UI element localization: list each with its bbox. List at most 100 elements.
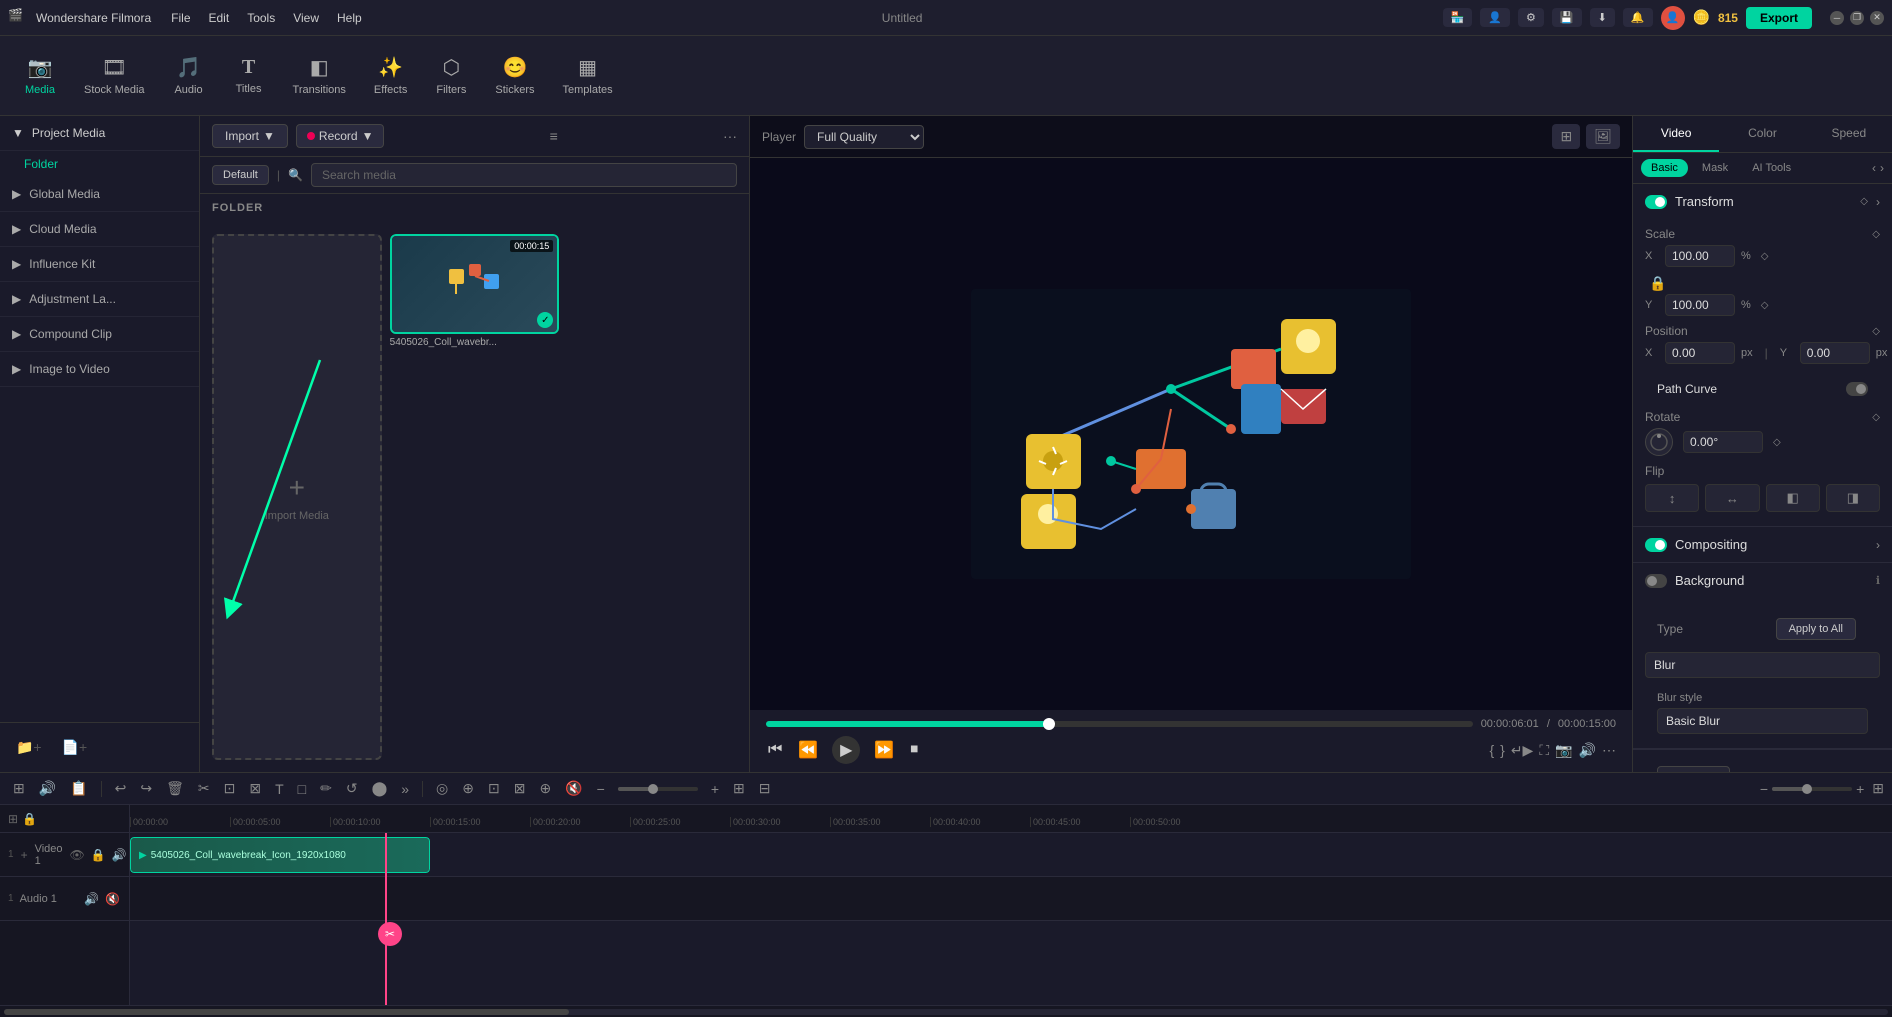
mark-in-btn[interactable]: { <box>1489 742 1494 759</box>
toolbar-stickers[interactable]: 😊 Stickers <box>483 49 546 102</box>
toolbar-transitions[interactable]: ◧ Transitions <box>281 49 358 102</box>
zoom-out-btn[interactable]: − <box>1760 781 1768 797</box>
skip-back-btn[interactable]: ⏮ <box>766 739 784 761</box>
restore-button[interactable]: ❐ <box>1850 11 1864 25</box>
sidebar-item-adjustment-layer[interactable]: ▶ Adjustment La... <box>0 282 199 317</box>
scale-y-diamond[interactable]: ◇ <box>1761 300 1769 311</box>
video1-lock-btn[interactable]: 🔒 <box>90 847 107 863</box>
import-media-placeholder[interactable]: + Import Media <box>212 234 382 760</box>
zoom-thumb[interactable] <box>1802 784 1812 794</box>
import-button[interactable]: Import ▼ <box>212 124 288 148</box>
timeline-add-btn[interactable]: ⊕ <box>534 777 556 800</box>
more-options-btn[interactable]: ··· <box>723 128 737 144</box>
flip-vertical-btn[interactable]: ↕ <box>1645 484 1699 512</box>
toolbar-media[interactable]: 📷 Media <box>12 49 68 102</box>
profile-btn[interactable]: 👤 <box>1661 6 1685 30</box>
lock-tracks-btn[interactable]: 🔒 <box>22 812 37 826</box>
apply-to-all-button[interactable]: Apply to All <box>1776 618 1856 640</box>
sidebar-item-cloud-media[interactable]: ▶ Cloud Media <box>0 212 199 247</box>
pos-x-input[interactable] <box>1665 342 1735 364</box>
filmora-store-btn[interactable]: 🏪 <box>1443 8 1473 27</box>
close-button[interactable]: ✕ <box>1870 11 1884 25</box>
mute-btn[interactable]: 🔇 <box>560 777 587 800</box>
scale-x-diamond[interactable]: ◇ <box>1761 251 1769 262</box>
sidebar-folder-item[interactable]: Folder <box>0 151 199 177</box>
export-button[interactable]: Export <box>1746 7 1812 29</box>
audio-btn[interactable]: 🔊 <box>1579 742 1596 759</box>
lock-icon[interactable]: 🔒 <box>1649 275 1666 292</box>
save-btn[interactable]: 💾 <box>1552 8 1582 27</box>
draw-btn[interactable]: ✏ <box>315 777 337 800</box>
zoom-in-btn[interactable]: + <box>1856 781 1864 797</box>
mark-out-btn[interactable]: } <box>1500 742 1505 759</box>
fullscreen-btn[interactable]: ⛶ <box>1539 742 1549 759</box>
video1-volume-btn[interactable]: 🔊 <box>111 847 128 863</box>
default-button[interactable]: Default <box>212 165 269 185</box>
frame-back-btn[interactable]: ⏪ <box>796 738 820 762</box>
menu-tools[interactable]: Tools <box>247 11 275 25</box>
background-toggle[interactable] <box>1645 574 1667 588</box>
collapse-tracks-btn[interactable]: ⊞ <box>8 812 18 826</box>
subtab-basic[interactable]: Basic <box>1641 159 1688 177</box>
compositing-toggle[interactable] <box>1645 538 1667 552</box>
blur-style-select[interactable]: Basic Blur <box>1657 708 1868 734</box>
add-item-btn[interactable]: 📄+ <box>54 731 96 764</box>
rotate-keyframe-diamond[interactable]: ◇ <box>1872 412 1880 423</box>
transform-expand-icon[interactable]: › <box>1876 195 1880 209</box>
media-item-0[interactable]: 00:00:15 ✓ 5405026_Coll_wavebr... <box>390 234 560 760</box>
toolbar-titles[interactable]: T Titles <box>221 50 277 101</box>
toolbar-filters[interactable]: ⬡ Filters <box>423 49 479 102</box>
stop-btn[interactable]: ⏹ <box>908 739 920 761</box>
path-curve-toggle[interactable] <box>1846 382 1868 396</box>
more-tools-btn[interactable]: » <box>396 778 414 800</box>
tab-video[interactable]: Video <box>1633 116 1719 152</box>
compositing-expand-icon[interactable]: › <box>1876 538 1880 552</box>
menu-help[interactable]: Help <box>337 11 362 25</box>
add-folder-btn[interactable]: 📁+ <box>8 731 50 764</box>
timeline-settings-btn[interactable]: ⊟ <box>754 777 776 800</box>
undo-btn[interactable]: ↩ <box>110 777 132 800</box>
subtab-nav-prev[interactable]: ‹ <box>1872 161 1876 175</box>
toolbar-effects[interactable]: ✨ Effects <box>362 49 419 102</box>
subtab-nav-next[interactable]: › <box>1880 161 1884 175</box>
color-match-btn[interactable]: ⬤ <box>367 777 393 800</box>
add-audio-track-btn[interactable]: 🔊 <box>34 777 61 800</box>
volume-minus-btn[interactable]: − <box>592 778 610 800</box>
sidebar-item-global-media[interactable]: ▶ Global Media <box>0 177 199 212</box>
cut-btn[interactable]: ✂ <box>193 777 215 800</box>
audio1-volume-btn[interactable]: 🔊 <box>83 891 100 907</box>
record-button[interactable]: Record ▼ <box>296 124 385 148</box>
search-input[interactable] <box>311 163 737 187</box>
video1-add-btn[interactable]: + <box>20 847 29 863</box>
timeline-grid-btn[interactable]: ⊞ <box>1872 780 1884 797</box>
flip-btn-4[interactable]: ◨ <box>1826 484 1880 512</box>
timeline-more-btn[interactable]: 📋 <box>65 777 92 800</box>
grid-layout-btn[interactable]: ⊞ <box>728 777 750 800</box>
text-btn[interactable]: T <box>270 778 289 800</box>
image-view-btn[interactable]: 🖼 <box>1586 124 1620 149</box>
toolbar-stock-media[interactable]: 🎞 Stock Media <box>72 49 157 102</box>
scissors-icon[interactable]: ✂ <box>378 922 402 946</box>
more-btn[interactable]: ⋯ <box>1602 742 1616 759</box>
transform-section-header[interactable]: Transform ◇ › <box>1633 184 1892 219</box>
rect-btn[interactable]: □ <box>293 778 311 800</box>
filter-btn[interactable]: ≡ <box>550 128 558 144</box>
scale-keyframe-diamond[interactable]: ◇ <box>1872 229 1880 240</box>
rotate-diamond[interactable]: ◇ <box>1773 437 1781 448</box>
smart-cut-btn[interactable]: ⊠ <box>509 777 531 800</box>
menu-view[interactable]: View <box>293 11 319 25</box>
timeline-scroll-track[interactable] <box>4 1009 1888 1015</box>
snapshot-btn[interactable]: 📷 <box>1555 742 1572 759</box>
sidebar-item-project-media[interactable]: ▼ Project Media <box>0 116 199 151</box>
flip-btn-3[interactable]: ◧ <box>1766 484 1820 512</box>
grid-view-btn[interactable]: ⊞ <box>1552 124 1580 149</box>
sidebar-item-influence-kit[interactable]: ▶ Influence Kit <box>0 247 199 282</box>
delete-btn[interactable]: 🗑 <box>161 777 189 800</box>
ripple-edit-btn[interactable]: ⊡ <box>483 777 505 800</box>
background-section-header[interactable]: Background ℹ <box>1633 563 1892 598</box>
account-btn[interactable]: 👤 <box>1480 8 1510 27</box>
snap-btn[interactable]: ⊕ <box>457 777 479 800</box>
toolbar-audio[interactable]: 🎵 Audio <box>161 49 217 102</box>
menu-file[interactable]: File <box>171 11 190 25</box>
rotate-timeline-btn[interactable]: ↺ <box>341 777 363 800</box>
